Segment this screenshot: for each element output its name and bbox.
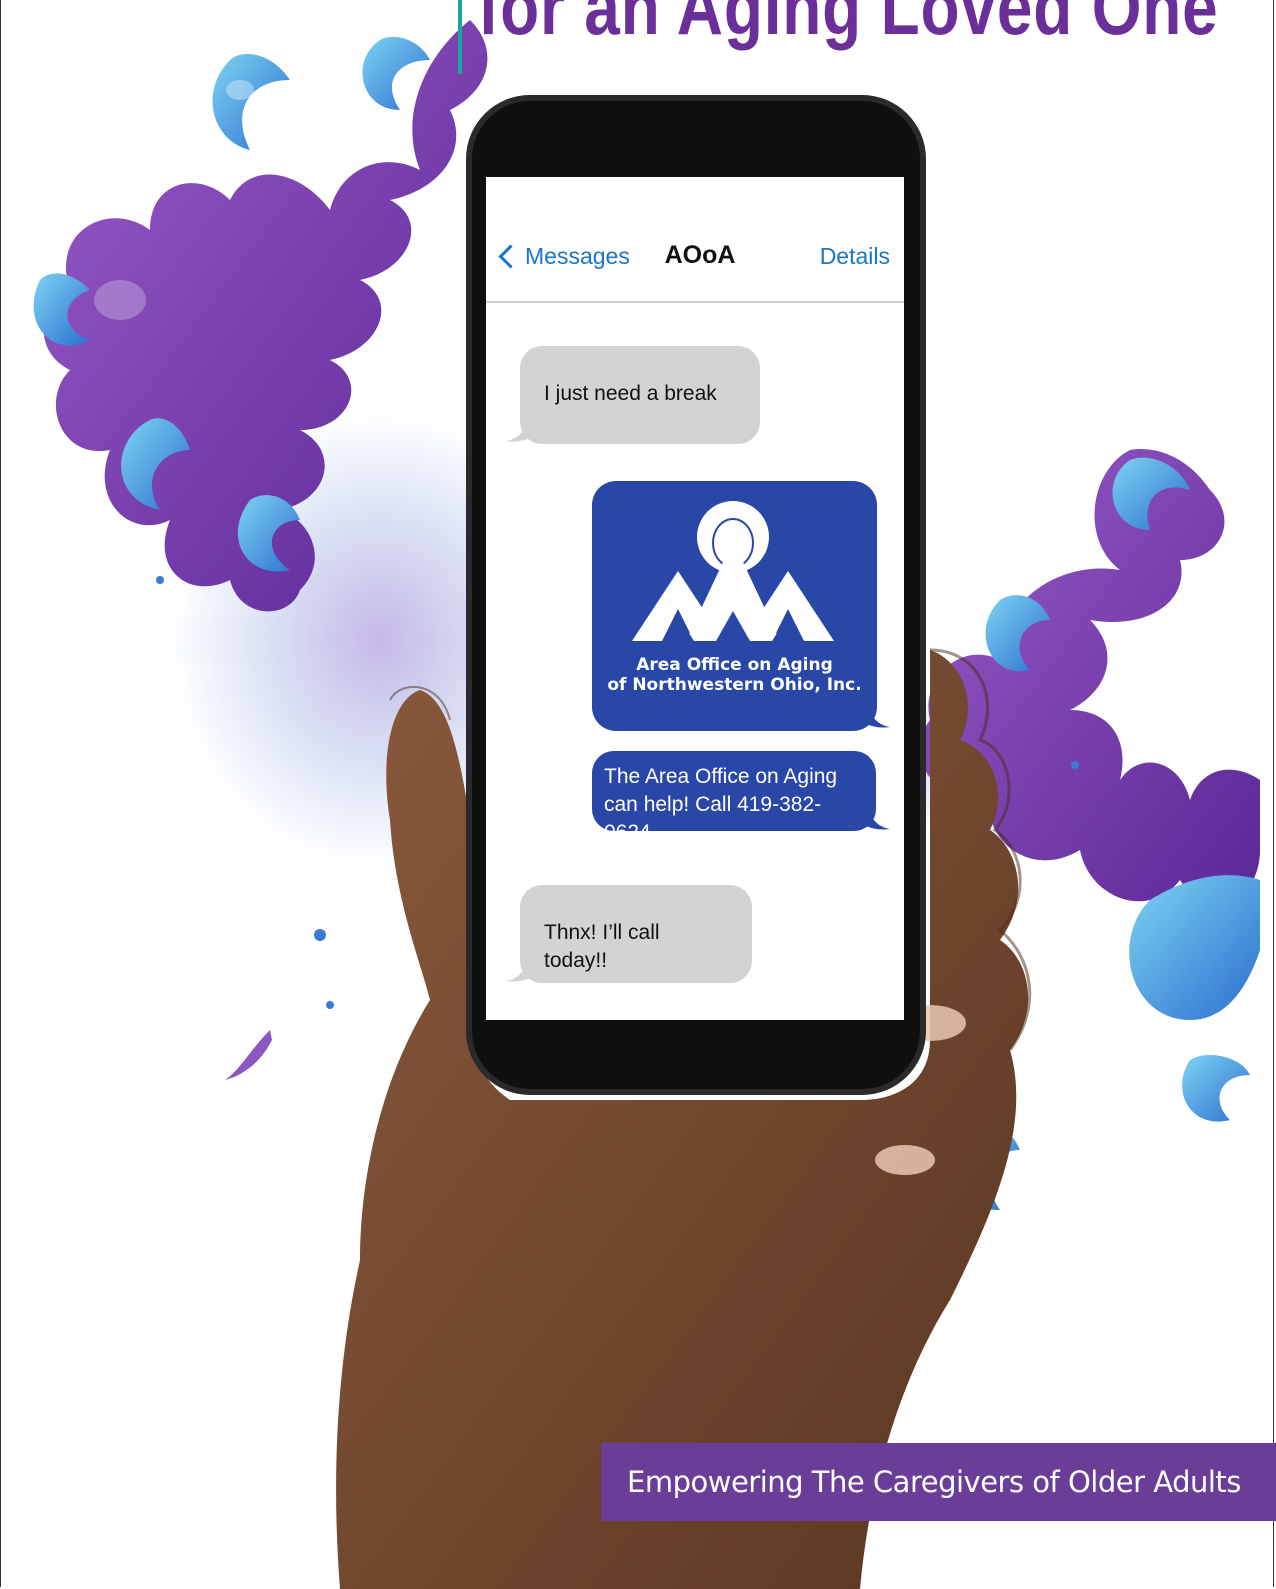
aoa-logo-icon <box>632 501 834 641</box>
bubble-tail <box>506 957 540 982</box>
message-bubble-outgoing: The Area Office on Aging can help! Call … <box>592 751 876 844</box>
tagline-banner: Empowering The Caregivers of Older Adult… <box>601 1443 1276 1521</box>
logo-line-2: of Northwestern Ohio, Inc. <box>607 675 862 695</box>
message-text-line-1: The Area Office on Aging <box>604 765 838 788</box>
details-button[interactable]: Details <box>820 243 890 270</box>
message-text: I just need a break <box>544 382 717 405</box>
tagline-text: Empowering The Caregivers of Older Adult… <box>627 1465 1241 1499</box>
message-bubble-logo: Area Office on Aging of Northwestern Ohi… <box>592 481 877 731</box>
message-text: Thnx! I’ll call today!! <box>544 921 660 972</box>
messages-nav-bar: Messages AOoA Details <box>486 201 904 303</box>
bubble-tail <box>856 805 890 830</box>
phone-screen: Messages AOoA Details I just need a brea… <box>486 177 904 1020</box>
message-text-line-2: can help! Call 419-382-0624 <box>604 793 822 844</box>
bubble-tail <box>506 417 540 442</box>
message-bubble-incoming: Thnx! I’ll call today!! <box>520 885 752 983</box>
page-headline: for an Aging Loved One <box>478 0 1219 51</box>
message-bubble-incoming: I just need a break <box>520 346 760 444</box>
bubble-tail <box>856 703 890 728</box>
headline-accent-bar <box>458 0 462 74</box>
logo-line-1: Area Office on Aging <box>636 655 833 675</box>
